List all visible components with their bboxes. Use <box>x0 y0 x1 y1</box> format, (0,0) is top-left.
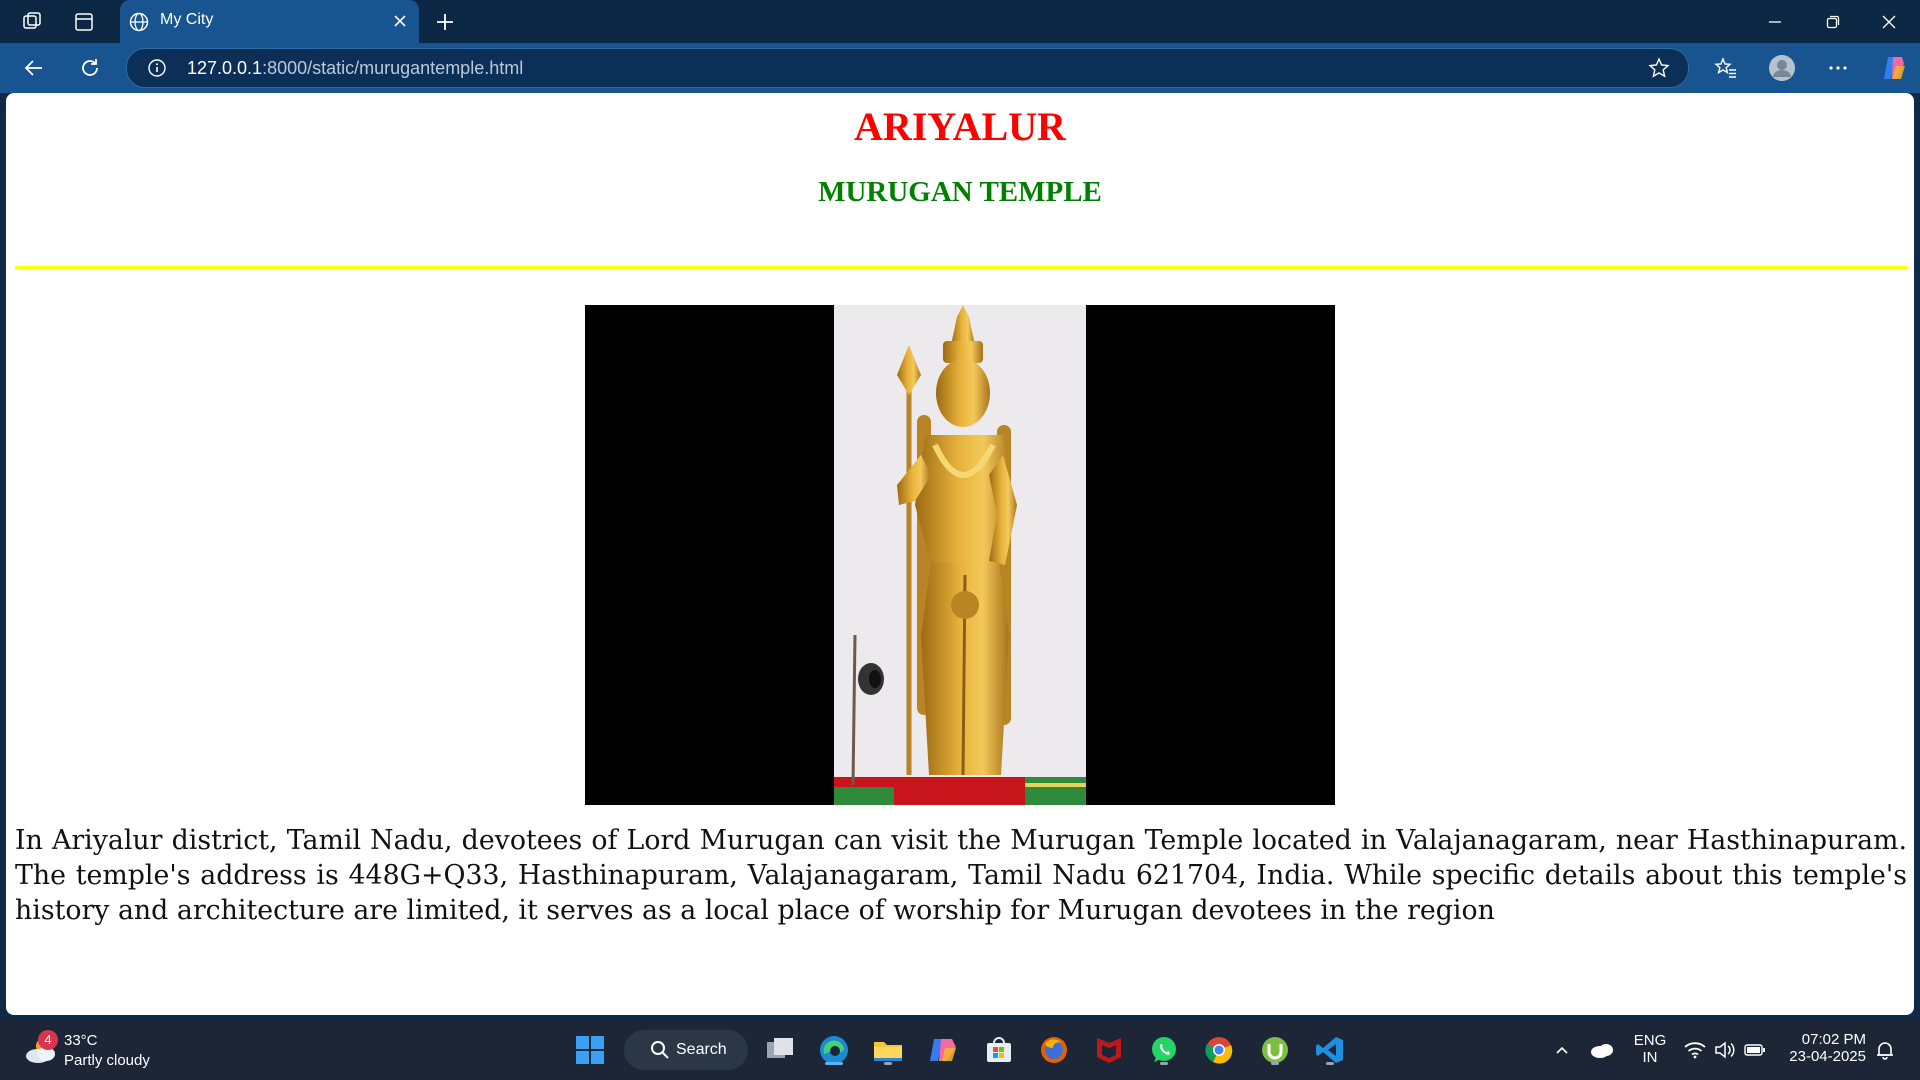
mcafee-icon[interactable] <box>1091 1032 1127 1068</box>
chrome-icon[interactable] <box>1201 1032 1237 1068</box>
refresh-button[interactable] <box>76 54 104 82</box>
url-path: :8000/static/murugantemple.html <box>262 58 524 78</box>
restore-button[interactable] <box>1810 8 1856 36</box>
horizontal-rule <box>15 266 1907 269</box>
taskbar-search-button[interactable]: Search <box>624 1030 748 1070</box>
profile-avatar-icon[interactable] <box>1768 54 1796 82</box>
running-indicator <box>1271 1062 1279 1065</box>
address-bar[interactable]: 127.0.0.1:8000/static/murugantemple.html <box>126 48 1689 88</box>
utorrent-icon[interactable] <box>1257 1032 1293 1068</box>
copilot-app-icon[interactable] <box>925 1032 961 1068</box>
microsoft-store-icon[interactable] <box>981 1032 1017 1068</box>
address-toolbar: 127.0.0.1:8000/static/murugantemple.html <box>0 43 1920 93</box>
battery-icon[interactable] <box>1740 1032 1770 1068</box>
chevron-up-icon[interactable] <box>1544 1032 1580 1068</box>
whatsapp-icon[interactable] <box>1146 1032 1182 1068</box>
temple-description: In Ariyalur district, Tamil Nadu, devote… <box>15 825 1907 926</box>
back-button[interactable] <box>20 54 48 82</box>
weather-condition: Partly cloudy <box>64 1052 150 1069</box>
search-icon <box>650 1040 670 1060</box>
vscode-icon[interactable] <box>1312 1032 1348 1068</box>
murugan-statue-image <box>585 305 1335 805</box>
notification-bell-icon[interactable] <box>1870 1032 1900 1068</box>
running-indicator <box>825 1062 843 1065</box>
page-title: ARIYALUR <box>854 104 1066 149</box>
running-indicator <box>1326 1062 1334 1065</box>
vertical-tabs-icon[interactable] <box>70 8 98 36</box>
browser-title-bar: My City <box>0 0 1920 43</box>
copilot-icon[interactable] <box>1880 54 1908 82</box>
weather-widget[interactable]: 4 33°C Partly cloudy <box>24 1030 174 1074</box>
workspaces-icon[interactable] <box>18 8 46 36</box>
url-host: 127.0.0.1 <box>187 58 263 78</box>
wifi-icon[interactable] <box>1680 1032 1710 1068</box>
onedrive-cloud-icon[interactable] <box>1584 1032 1620 1068</box>
volume-icon[interactable] <box>1710 1032 1740 1068</box>
running-indicator <box>884 1062 892 1065</box>
weather-badge: 4 <box>38 1030 58 1050</box>
file-explorer-icon[interactable] <box>870 1032 906 1068</box>
favorites-icon[interactable] <box>1712 54 1740 82</box>
clock-time: 07:02 PM <box>1801 1031 1866 1048</box>
task-view-icon[interactable] <box>762 1032 798 1068</box>
close-tab-icon[interactable] <box>389 10 411 32</box>
globe-icon <box>128 11 150 33</box>
language-indicator[interactable]: ENG IN <box>1630 1032 1670 1066</box>
language-region: IN <box>1642 1049 1658 1066</box>
tab-title: My City <box>160 11 214 28</box>
clock[interactable]: 07:02 PM 23-04-2025 <box>1782 1031 1866 1065</box>
start-button[interactable] <box>572 1032 608 1068</box>
windows-taskbar: 4 33°C Partly cloudy Search ENG IN 07:02… <box>0 1020 1920 1080</box>
new-tab-button[interactable] <box>432 9 458 35</box>
language-code: ENG <box>1633 1032 1667 1049</box>
url-text[interactable]: 127.0.0.1:8000/static/murugantemple.html <box>187 58 523 79</box>
clock-date: 23-04-2025 <box>1789 1048 1866 1065</box>
site-info-icon[interactable] <box>147 58 167 78</box>
minimize-button[interactable] <box>1752 8 1798 36</box>
weather-temperature: 33°C <box>64 1032 98 1049</box>
more-options-icon[interactable] <box>1824 54 1852 82</box>
close-window-button[interactable] <box>1866 8 1912 36</box>
tab-my-city[interactable]: My City <box>120 0 419 43</box>
running-indicator <box>1160 1062 1168 1065</box>
page-subtitle: MURUGAN TEMPLE <box>818 176 1102 208</box>
page-viewport: ARIYALUR MURUGAN TEMPLE In Ariyalur dist… <box>6 93 1914 1015</box>
favorite-star-icon[interactable] <box>1648 57 1670 79</box>
firefox-icon[interactable] <box>1036 1032 1072 1068</box>
edge-icon[interactable] <box>816 1032 852 1068</box>
search-label: Search <box>676 1041 727 1058</box>
